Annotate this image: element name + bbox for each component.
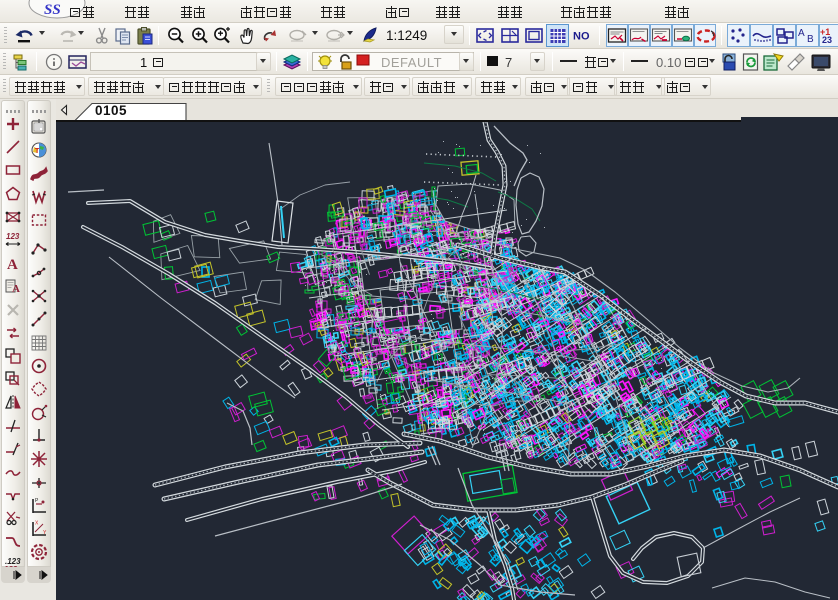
svg-text:123: 123	[6, 232, 20, 241]
svg-text:B: B	[807, 34, 814, 45]
svg-text:T: T	[35, 148, 40, 155]
svg-text:A: A	[798, 28, 805, 39]
svg-text:A: A	[12, 283, 20, 295]
svg-text:X: X	[35, 521, 39, 527]
svg-text:P: P	[35, 498, 39, 504]
svg-text:NO: NO	[573, 31, 590, 43]
svg-text:23: 23	[822, 35, 832, 45]
svg-text:SS: SS	[44, 2, 61, 18]
svg-text:Y: Y	[43, 530, 47, 536]
svg-text:A: A	[7, 257, 18, 273]
